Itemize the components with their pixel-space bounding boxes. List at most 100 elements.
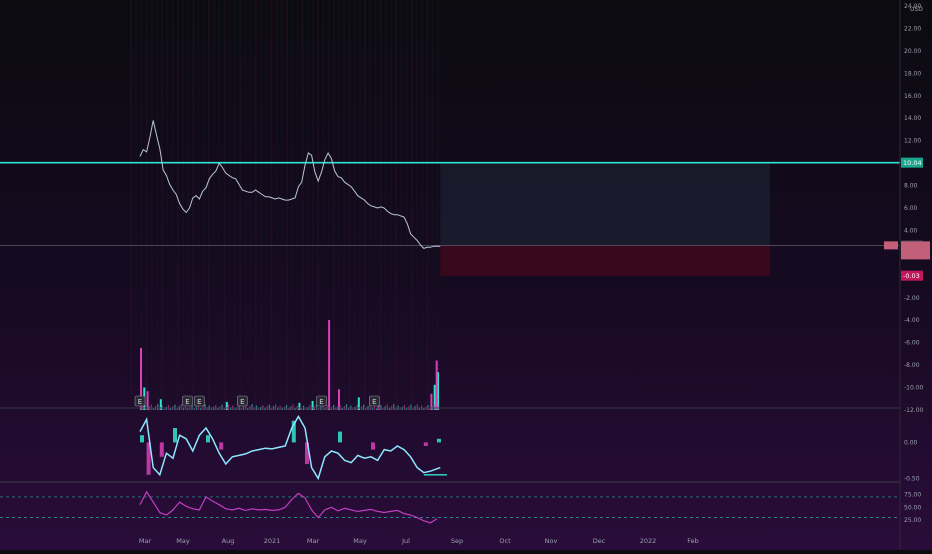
volume-bar <box>386 404 388 410</box>
bg-stripe <box>171 0 174 410</box>
bg-stripe <box>431 0 434 410</box>
earnings-marker-label: E <box>240 398 244 406</box>
bg-stripe <box>265 0 268 410</box>
bg-stripe <box>244 0 247 410</box>
badge-stop: -0.03 <box>903 272 920 280</box>
bg-stripe <box>343 0 346 410</box>
osc-y-tick: -0.50 <box>904 475 920 482</box>
volume-bar <box>210 408 212 410</box>
earnings-marker: E <box>237 395 248 407</box>
bg-stripe <box>395 0 398 410</box>
volume-bar <box>435 360 438 410</box>
chart-canvas: EEEEEE USD 24.0022.0020.0018.0016.0014.0… <box>0 0 932 550</box>
y-tick-label: 24.00 <box>904 3 921 10</box>
x-tick-label: May <box>353 537 367 545</box>
x-tick-label: Mar <box>307 537 320 545</box>
bg-stripe <box>249 0 252 410</box>
bg-stripe <box>405 0 408 410</box>
volume-bar <box>146 391 149 410</box>
bg-stripe <box>150 0 153 410</box>
bg-stripe <box>379 0 382 410</box>
bg-stripe <box>275 0 278 410</box>
bg-stripe <box>202 0 205 410</box>
bg-stripe <box>182 0 184 410</box>
osc-histogram-bar <box>219 442 224 450</box>
bg-stripe <box>234 0 236 410</box>
y-tick-label: -10.00 <box>904 385 924 392</box>
volume-bar <box>352 408 354 410</box>
osc-histogram-bar <box>173 428 177 443</box>
earnings-marker-label: E <box>185 398 189 406</box>
bg-stripe <box>426 0 429 410</box>
earnings-marker: E <box>316 395 327 407</box>
x-tick-label: Oct <box>499 537 511 545</box>
bg-stripe <box>192 0 195 410</box>
current-tag-left <box>884 241 898 250</box>
bg-stripe <box>436 0 439 410</box>
osc-histogram-bar <box>371 442 375 450</box>
x-tick-label: Dec <box>593 537 606 545</box>
bg-stripe <box>348 0 351 410</box>
x-tick-label: May <box>176 537 190 545</box>
x-tick-label: Feb <box>687 537 699 545</box>
bg-stripe <box>374 0 377 410</box>
volume-bar <box>345 404 348 410</box>
bg-stripe <box>322 0 325 410</box>
osc-y-tick: 0.00 <box>904 439 918 446</box>
earnings-marker-label: E <box>319 398 323 406</box>
volume-bar <box>221 404 223 410</box>
y-tick-label: 18.00 <box>904 70 921 77</box>
bg-stripe <box>280 0 283 410</box>
y-tick-label: 4.00 <box>904 227 918 234</box>
volume-bar <box>423 408 425 410</box>
bg-stripe <box>353 0 356 410</box>
volume-bar <box>163 408 165 410</box>
bg-stripe <box>312 0 314 410</box>
volume-bar <box>363 404 365 410</box>
bg-stripe <box>197 0 200 410</box>
bg-stripe <box>223 0 226 410</box>
earnings-marker-label: E <box>138 398 142 406</box>
y-tick-label: 22.00 <box>904 25 921 32</box>
volume-bar <box>339 404 341 410</box>
volume-bar <box>140 408 142 410</box>
earnings-marker-label: E <box>197 398 201 406</box>
bg-stripe <box>291 0 294 410</box>
bg-stripe <box>358 0 361 410</box>
volume-bar <box>393 404 395 410</box>
bg-stripe <box>260 0 262 410</box>
rsi-y-tick: 25.00 <box>904 517 921 524</box>
volume-bar <box>375 408 378 410</box>
badge-resistance: 10.04 <box>903 159 922 167</box>
bg-stripe <box>317 0 320 410</box>
bg-stripe <box>161 0 164 410</box>
earnings-marker-label: E <box>372 398 376 406</box>
volume-bar <box>275 404 277 410</box>
volume-bar <box>416 404 418 410</box>
volume-bar <box>328 320 331 410</box>
volume-bar <box>187 408 189 410</box>
x-tick-label: Aug <box>222 537 235 545</box>
x-tick-label: Mar <box>139 537 152 545</box>
bg-stripe <box>254 0 257 410</box>
bg-stripe <box>338 0 340 410</box>
y-tick-label: -8.00 <box>904 362 920 369</box>
bg-stripe <box>332 0 335 410</box>
volume-bar <box>157 404 159 410</box>
osc-histogram-bar <box>140 435 144 443</box>
earnings-marker: E <box>182 395 193 407</box>
bg-stripe <box>218 0 221 410</box>
x-tick-label: 2022 <box>640 537 657 545</box>
y-tick-label: 12.00 <box>904 138 921 145</box>
earnings-marker: E <box>368 395 380 407</box>
osc-histogram-bar <box>206 435 210 443</box>
osc-histogram-bar <box>338 431 342 443</box>
bg-stripe <box>384 0 387 410</box>
volume-bar <box>292 404 294 410</box>
volume-bar <box>180 404 182 410</box>
bg-stripe <box>130 0 132 410</box>
osc-histogram-bar <box>423 442 428 446</box>
bg-stripe <box>390 0 392 410</box>
y-tick-label: -4.00 <box>904 317 920 324</box>
volume-bar <box>410 404 412 410</box>
